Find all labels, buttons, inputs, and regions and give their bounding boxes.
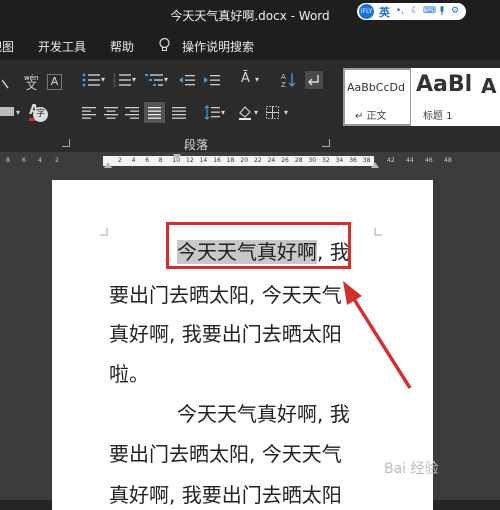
watermark: Bai 经验 [384, 461, 439, 477]
annotation-arrow-icon [343, 281, 412, 389]
